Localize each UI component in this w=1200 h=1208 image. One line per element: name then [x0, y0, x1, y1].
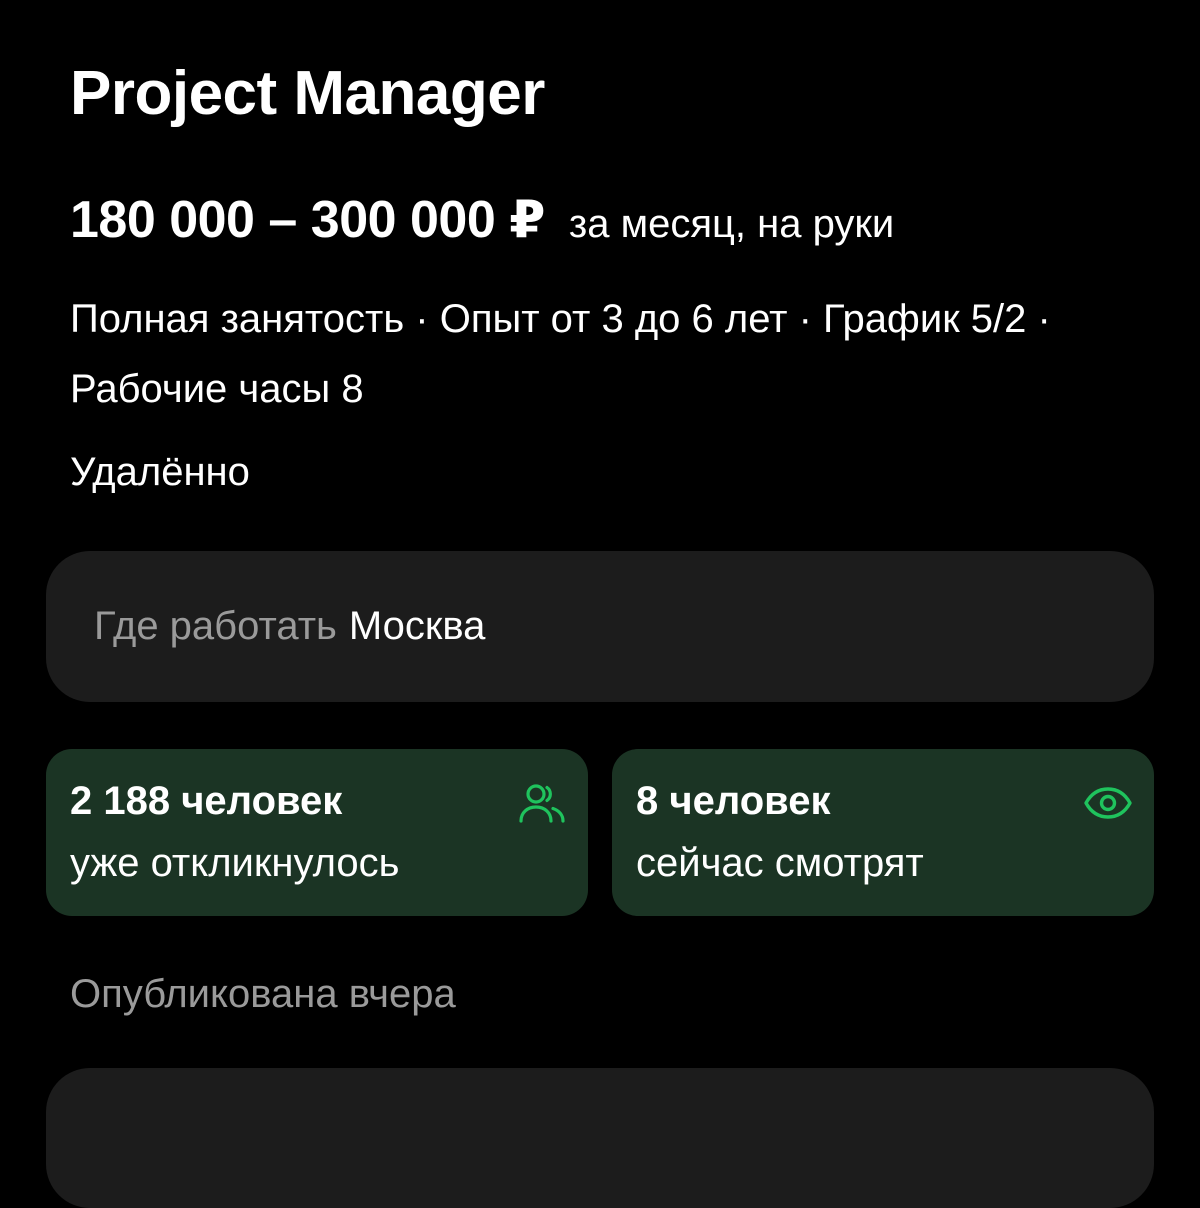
people-icon — [519, 784, 565, 823]
salary-amount: 180 000 – 300 000 ₽ — [70, 191, 545, 249]
location-value: Москва — [348, 604, 486, 648]
job-title: Project Manager — [70, 59, 545, 128]
salary-note: за месяц, на руки — [568, 202, 895, 246]
published-date: Опубликована вчера — [70, 972, 456, 1016]
work-format: Удалённо — [70, 450, 250, 494]
location-card[interactable]: Где работать Москва — [46, 551, 1154, 702]
viewers-caption: сейчас смотрят — [636, 841, 924, 885]
location-label: Где работать — [94, 604, 337, 648]
vacancy-page: Project Manager 180 000 – 300 000 ₽ за м… — [0, 0, 1200, 1208]
salary: 180 000 – 300 000 ₽ за месяц, на руки — [70, 188, 894, 256]
responses-card: 2 188 человек уже откликнулось — [46, 749, 588, 916]
responses-caption: уже откликнулось — [70, 841, 400, 885]
viewers-card: 8 человек сейчас смотрят — [612, 749, 1154, 916]
next-section-card — [46, 1068, 1154, 1208]
employment-conditions: Полная занятость · Опыт от 3 до 6 лет · … — [70, 297, 1051, 411]
eye-icon — [1084, 787, 1132, 819]
viewers-count: 8 человек — [636, 779, 831, 823]
responses-count: 2 188 человек — [70, 779, 343, 823]
